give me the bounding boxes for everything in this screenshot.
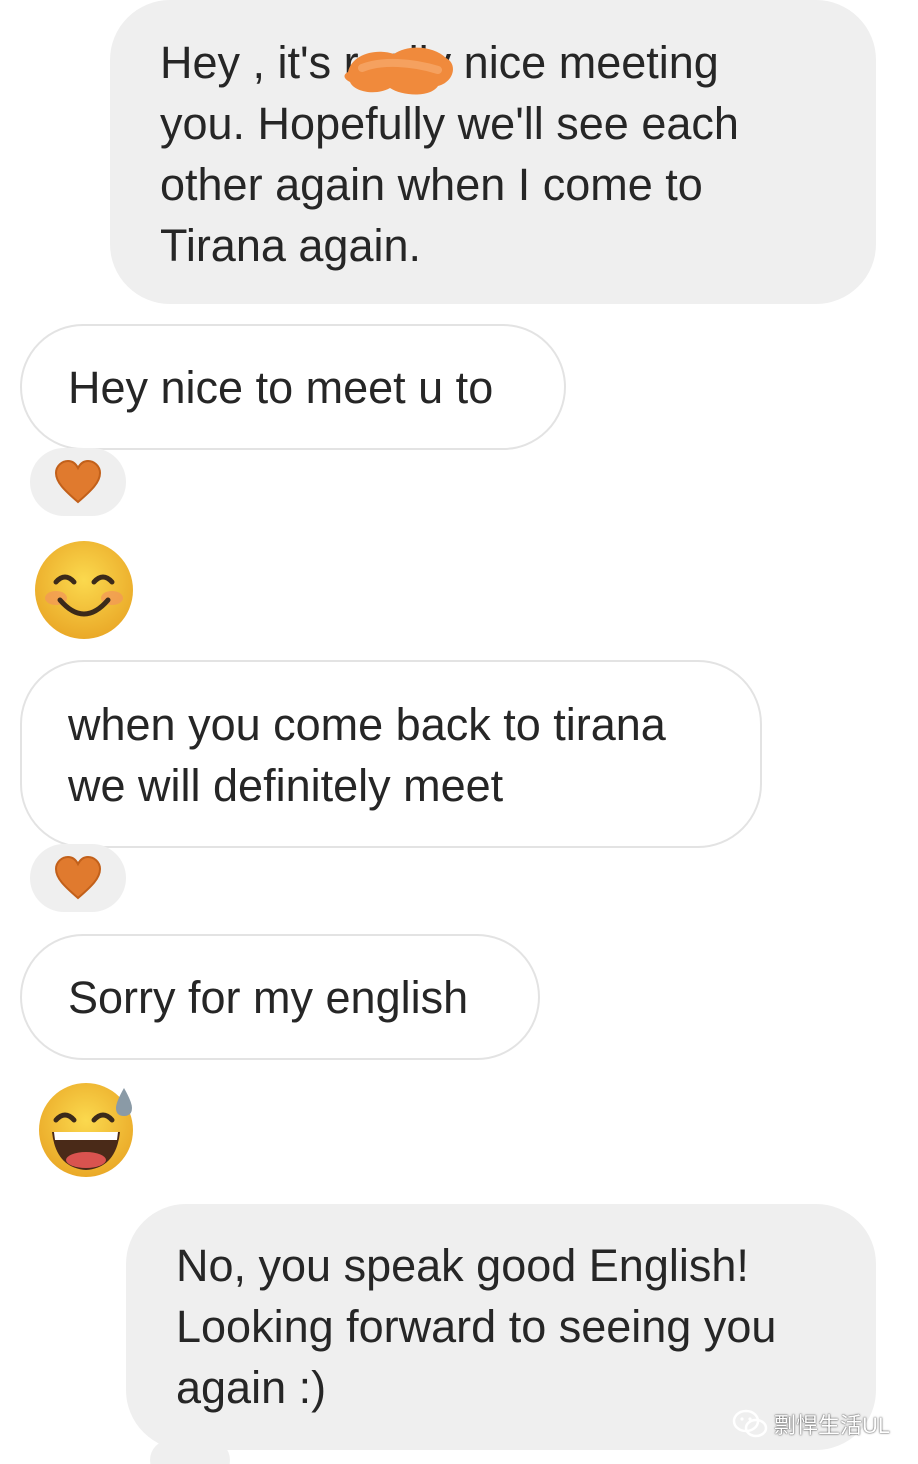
heart-reaction[interactable] bbox=[30, 448, 126, 516]
message-text: Sorry for my english bbox=[68, 972, 469, 1023]
incoming-message-bubble[interactable]: when you come back to tirana we will def… bbox=[20, 660, 762, 848]
message-text: Hey nice to meet u to bbox=[68, 362, 494, 413]
watermark-text: 剽悍生活UL bbox=[774, 1413, 891, 1438]
heart-reaction[interactable] bbox=[30, 844, 126, 912]
heart-icon bbox=[54, 856, 102, 900]
heart-icon bbox=[54, 460, 102, 504]
message-text: when you come back to tirana we will def… bbox=[68, 699, 666, 811]
partial-next-bubble bbox=[150, 1440, 230, 1464]
outgoing-message-bubble[interactable]: Hey , it's really nice meeting you. Hope… bbox=[110, 0, 876, 304]
chat-thread: Hey , it's really nice meeting you. Hope… bbox=[0, 0, 918, 1464]
watermark: 剽悍生活UL bbox=[732, 1408, 890, 1440]
smiling-face-icon[interactable] bbox=[32, 538, 136, 642]
message-text: Hey , it's really nice meeting you. Hope… bbox=[160, 37, 739, 271]
incoming-message-bubble[interactable]: Sorry for my english bbox=[20, 934, 540, 1060]
wechat-icon bbox=[732, 1409, 768, 1438]
message-text: No, you speak good English! Looking forw… bbox=[176, 1240, 777, 1413]
redaction-scribble bbox=[344, 47, 453, 95]
incoming-message-bubble[interactable]: Hey nice to meet u to bbox=[20, 324, 566, 450]
grinning-sweat-icon[interactable] bbox=[34, 1076, 138, 1180]
